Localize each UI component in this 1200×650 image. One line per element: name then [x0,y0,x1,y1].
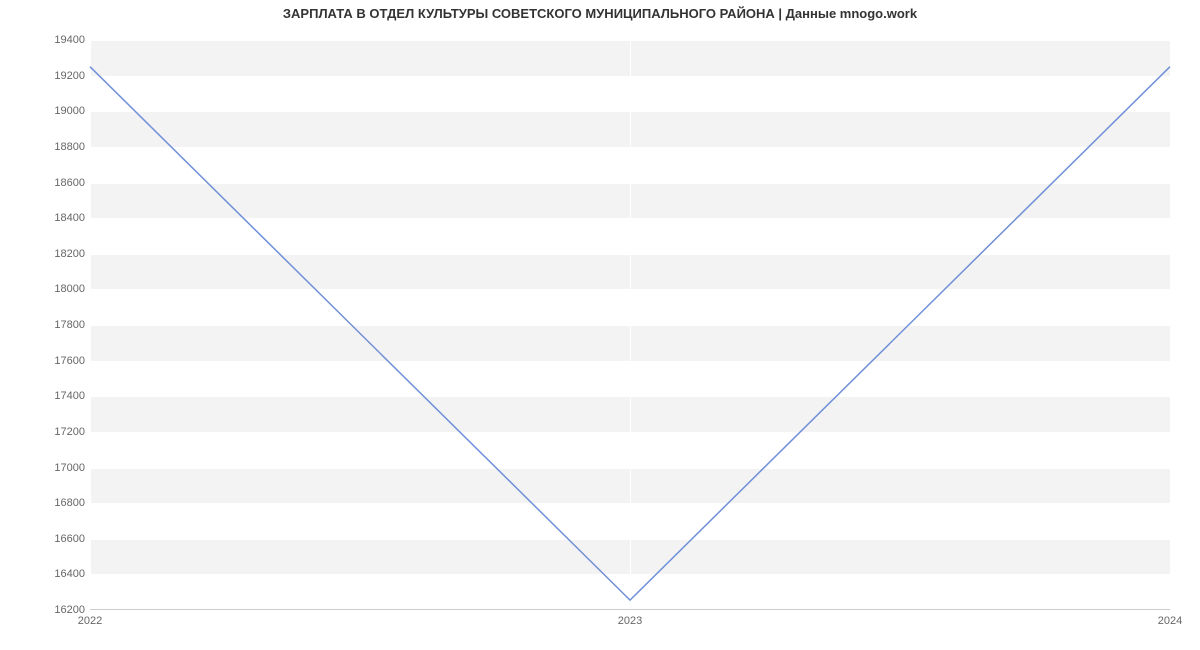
y-tick-label: 18200 [25,248,85,260]
y-tick-label: 17000 [25,462,85,474]
y-tick-label: 19000 [25,105,85,117]
y-tick-label: 17800 [25,319,85,331]
y-tick-label: 16800 [25,497,85,509]
y-tick-label: 18600 [25,177,85,189]
y-tick-label: 17200 [25,426,85,438]
line-series [90,40,1170,609]
chart-title: ЗАРПЛАТА В ОТДЕЛ КУЛЬТУРЫ СОВЕТСКОГО МУН… [0,6,1200,21]
x-tick-label: 2022 [78,615,102,627]
y-tick-label: 16600 [25,533,85,545]
x-tick-label: 2023 [618,615,642,627]
data-line [90,67,1170,600]
x-gridline [1170,40,1171,609]
y-tick-label: 18000 [25,283,85,295]
y-tick-label: 19400 [25,34,85,46]
y-tick-label: 17400 [25,390,85,402]
y-gridline [90,610,1170,611]
plot-area [90,40,1170,610]
chart-container: ЗАРПЛАТА В ОТДЕЛ КУЛЬТУРЫ СОВЕТСКОГО МУН… [0,0,1200,650]
y-tick-label: 18800 [25,141,85,153]
y-tick-label: 18400 [25,212,85,224]
y-tick-label: 19200 [25,70,85,82]
y-tick-label: 16200 [25,604,85,616]
x-tick-label: 2024 [1158,615,1182,627]
y-tick-label: 17600 [25,355,85,367]
y-tick-label: 16400 [25,568,85,580]
